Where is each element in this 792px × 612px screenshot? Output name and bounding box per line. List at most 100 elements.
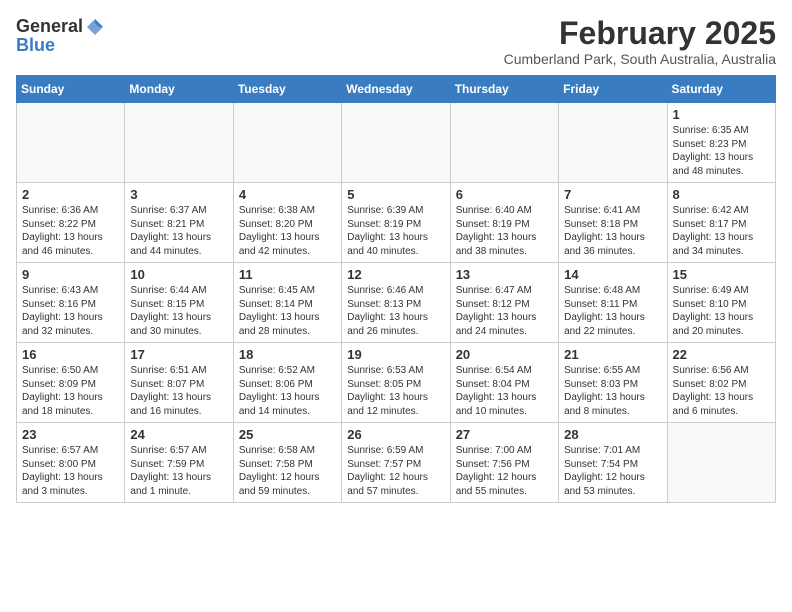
calendar-day-cell: 19 Sunrise: 6:53 AMSunset: 8:05 PMDayligh… xyxy=(342,343,450,423)
calendar-day-cell: 17 Sunrise: 6:51 AMSunset: 8:07 PMDayligh… xyxy=(125,343,233,423)
day-info: Sunrise: 6:40 AMSunset: 8:19 PMDaylight:… xyxy=(456,204,553,258)
logo-general: General xyxy=(16,16,83,37)
calendar-title: February 2025 xyxy=(504,16,776,51)
calendar-day-cell: 25 Sunrise: 6:58 AMSunset: 7:58 PMDayligh… xyxy=(233,423,341,503)
day-number: 5 xyxy=(347,187,444,202)
day-info: Sunrise: 7:01 AMSunset: 7:54 PMDaylight:… xyxy=(564,444,661,498)
calendar-day-header: Wednesday xyxy=(342,76,450,103)
logo: General Blue xyxy=(16,16,105,56)
day-info: Sunrise: 6:55 AMSunset: 8:03 PMDaylight:… xyxy=(564,364,661,418)
day-info: Sunrise: 6:44 AMSunset: 8:15 PMDaylight:… xyxy=(130,284,227,338)
calendar-day-header: Friday xyxy=(559,76,667,103)
day-number: 27 xyxy=(456,427,553,442)
day-info: Sunrise: 6:42 AMSunset: 8:17 PMDaylight:… xyxy=(673,204,770,258)
day-info: Sunrise: 6:35 AMSunset: 8:23 PMDaylight:… xyxy=(673,124,770,178)
day-info: Sunrise: 6:48 AMSunset: 8:11 PMDaylight:… xyxy=(564,284,661,338)
logo-blue: Blue xyxy=(16,35,55,56)
day-info: Sunrise: 6:36 AMSunset: 8:22 PMDaylight:… xyxy=(22,204,119,258)
day-info: Sunrise: 6:38 AMSunset: 8:20 PMDaylight:… xyxy=(239,204,336,258)
calendar-day-header: Monday xyxy=(125,76,233,103)
day-number: 6 xyxy=(456,187,553,202)
day-info: Sunrise: 6:45 AMSunset: 8:14 PMDaylight:… xyxy=(239,284,336,338)
calendar-day-cell xyxy=(450,103,558,183)
day-info: Sunrise: 6:49 AMSunset: 8:10 PMDaylight:… xyxy=(673,284,770,338)
day-number: 18 xyxy=(239,347,336,362)
day-number: 4 xyxy=(239,187,336,202)
day-info: Sunrise: 6:37 AMSunset: 8:21 PMDaylight:… xyxy=(130,204,227,258)
calendar-week-row: 16 Sunrise: 6:50 AMSunset: 8:09 PMDayligh… xyxy=(17,343,776,423)
day-number: 20 xyxy=(456,347,553,362)
calendar-day-cell: 15Sunrise: 6:49 AMSunset: 8:10 PMDayligh… xyxy=(667,263,775,343)
day-number: 21 xyxy=(564,347,661,362)
day-number: 23 xyxy=(22,427,119,442)
calendar-day-cell: 1 Sunrise: 6:35 AMSunset: 8:23 PMDaylight… xyxy=(667,103,775,183)
calendar-table: SundayMondayTuesdayWednesdayThursdayFrid… xyxy=(16,75,776,503)
calendar-subtitle: Cumberland Park, South Australia, Austra… xyxy=(504,51,776,67)
calendar-day-cell: 5 Sunrise: 6:39 AMSunset: 8:19 PMDaylight… xyxy=(342,183,450,263)
day-number: 25 xyxy=(239,427,336,442)
calendar-day-cell xyxy=(125,103,233,183)
day-info: Sunrise: 6:53 AMSunset: 8:05 PMDaylight:… xyxy=(347,364,444,418)
day-number: 17 xyxy=(130,347,227,362)
calendar-day-cell: 24 Sunrise: 6:57 AMSunset: 7:59 PMDayligh… xyxy=(125,423,233,503)
calendar-day-cell: 11 Sunrise: 6:45 AMSunset: 8:14 PMDayligh… xyxy=(233,263,341,343)
title-block: February 2025 Cumberland Park, South Aus… xyxy=(504,16,776,67)
day-number: 10 xyxy=(130,267,227,282)
calendar-day-cell xyxy=(667,423,775,503)
page-header: General Blue February 2025 Cumberland Pa… xyxy=(16,16,776,67)
day-info: Sunrise: 6:57 AMSunset: 7:59 PMDaylight:… xyxy=(130,444,227,498)
day-info: Sunrise: 6:47 AMSunset: 8:12 PMDaylight:… xyxy=(456,284,553,338)
calendar-day-header: Thursday xyxy=(450,76,558,103)
calendar-day-cell: 8 Sunrise: 6:42 AMSunset: 8:17 PMDaylight… xyxy=(667,183,775,263)
day-number: 16 xyxy=(22,347,119,362)
calendar-day-header: Tuesday xyxy=(233,76,341,103)
logo-icon xyxy=(85,17,105,37)
calendar-day-header: Sunday xyxy=(17,76,125,103)
day-info: Sunrise: 6:46 AMSunset: 8:13 PMDaylight:… xyxy=(347,284,444,338)
calendar-day-cell: 20 Sunrise: 6:54 AMSunset: 8:04 PMDayligh… xyxy=(450,343,558,423)
day-number: 2 xyxy=(22,187,119,202)
day-info: Sunrise: 6:50 AMSunset: 8:09 PMDaylight:… xyxy=(22,364,119,418)
day-number: 3 xyxy=(130,187,227,202)
calendar-week-row: 23Sunrise: 6:57 AMSunset: 8:00 PMDayligh… xyxy=(17,423,776,503)
calendar-day-cell: 2 Sunrise: 6:36 AMSunset: 8:22 PMDaylight… xyxy=(17,183,125,263)
day-info: Sunrise: 6:43 AMSunset: 8:16 PMDaylight:… xyxy=(22,284,119,338)
day-number: 1 xyxy=(673,107,770,122)
day-info: Sunrise: 6:39 AMSunset: 8:19 PMDaylight:… xyxy=(347,204,444,258)
day-number: 7 xyxy=(564,187,661,202)
calendar-day-cell: 16 Sunrise: 6:50 AMSunset: 8:09 PMDayligh… xyxy=(17,343,125,423)
calendar-week-row: 1 Sunrise: 6:35 AMSunset: 8:23 PMDaylight… xyxy=(17,103,776,183)
day-number: 22 xyxy=(673,347,770,362)
calendar-day-cell: 13 Sunrise: 6:47 AMSunset: 8:12 PMDayligh… xyxy=(450,263,558,343)
calendar-day-cell: 28 Sunrise: 7:01 AMSunset: 7:54 PMDayligh… xyxy=(559,423,667,503)
calendar-day-cell: 26Sunrise: 6:59 AMSunset: 7:57 PMDayligh… xyxy=(342,423,450,503)
day-info: Sunrise: 6:56 AMSunset: 8:02 PMDaylight:… xyxy=(673,364,770,418)
calendar-day-cell xyxy=(17,103,125,183)
day-info: Sunrise: 6:52 AMSunset: 8:06 PMDaylight:… xyxy=(239,364,336,418)
day-info: Sunrise: 6:51 AMSunset: 8:07 PMDaylight:… xyxy=(130,364,227,418)
day-number: 14 xyxy=(564,267,661,282)
calendar-day-cell: 18 Sunrise: 6:52 AMSunset: 8:06 PMDayligh… xyxy=(233,343,341,423)
calendar-day-cell: 4 Sunrise: 6:38 AMSunset: 8:20 PMDaylight… xyxy=(233,183,341,263)
calendar-week-row: 2 Sunrise: 6:36 AMSunset: 8:22 PMDaylight… xyxy=(17,183,776,263)
day-number: 19 xyxy=(347,347,444,362)
day-info: Sunrise: 7:00 AMSunset: 7:56 PMDaylight:… xyxy=(456,444,553,498)
calendar-day-header: Saturday xyxy=(667,76,775,103)
day-number: 9 xyxy=(22,267,119,282)
day-info: Sunrise: 6:54 AMSunset: 8:04 PMDaylight:… xyxy=(456,364,553,418)
calendar-day-cell: 10 Sunrise: 6:44 AMSunset: 8:15 PMDayligh… xyxy=(125,263,233,343)
day-info: Sunrise: 6:58 AMSunset: 7:58 PMDaylight:… xyxy=(239,444,336,498)
day-number: 11 xyxy=(239,267,336,282)
day-number: 24 xyxy=(130,427,227,442)
calendar-header-row: SundayMondayTuesdayWednesdayThursdayFrid… xyxy=(17,76,776,103)
calendar-day-cell: 27 Sunrise: 7:00 AMSunset: 7:56 PMDayligh… xyxy=(450,423,558,503)
day-number: 13 xyxy=(456,267,553,282)
calendar-day-cell: 23Sunrise: 6:57 AMSunset: 8:00 PMDayligh… xyxy=(17,423,125,503)
calendar-day-cell: 12Sunrise: 6:46 AMSunset: 8:13 PMDayligh… xyxy=(342,263,450,343)
day-number: 8 xyxy=(673,187,770,202)
calendar-day-cell: 6 Sunrise: 6:40 AMSunset: 8:19 PMDaylight… xyxy=(450,183,558,263)
calendar-day-cell: 3 Sunrise: 6:37 AMSunset: 8:21 PMDaylight… xyxy=(125,183,233,263)
day-number: 28 xyxy=(564,427,661,442)
calendar-day-cell xyxy=(342,103,450,183)
calendar-day-cell: 7Sunrise: 6:41 AMSunset: 8:18 PMDaylight… xyxy=(559,183,667,263)
